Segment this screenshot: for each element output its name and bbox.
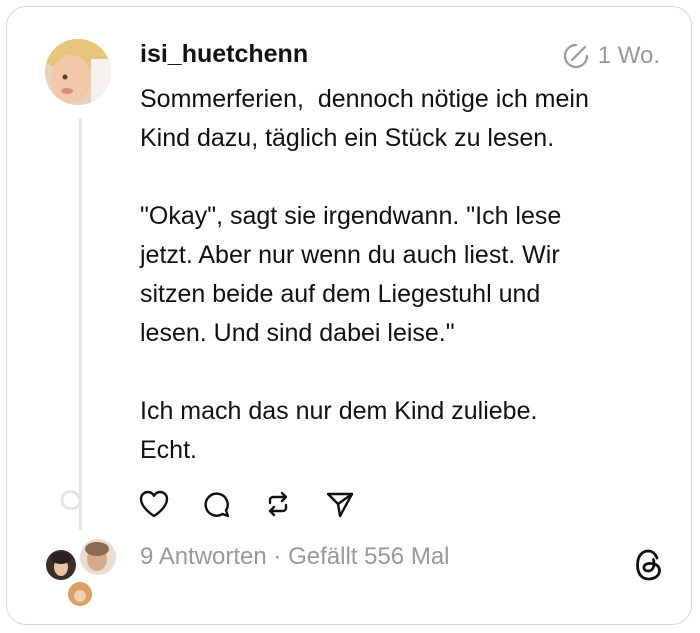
- comment-icon: [204, 492, 230, 518]
- share-button[interactable]: [323, 487, 357, 521]
- thread-line: [79, 118, 82, 518]
- author-avatar[interactable]: [45, 39, 111, 105]
- post-stats[interactable]: 9 Antworten · Gefällt 556 Mal: [140, 543, 450, 571]
- threads-logo-icon: [636, 549, 661, 581]
- post-time: 1 Wo.: [597, 42, 660, 69]
- author-username[interactable]: isi_huetchenn: [140, 40, 308, 69]
- reply-button[interactable]: [199, 487, 233, 521]
- like-button[interactable]: [137, 487, 171, 521]
- replier-avatar-2[interactable]: [78, 537, 118, 577]
- action-bar: [137, 487, 357, 521]
- circle-slash-icon: [563, 43, 588, 69]
- repost-button[interactable]: [261, 487, 295, 521]
- repost-icon: [268, 491, 288, 517]
- post-text: Sommerferien, dennoch nötige ich mein Ki…: [140, 85, 589, 464]
- send-icon: [326, 492, 354, 518]
- heart-icon: [139, 490, 169, 518]
- post-meta: 1 Wo.: [562, 42, 660, 70]
- replier-avatar-3[interactable]: [66, 580, 94, 608]
- thread-loop-icon: [60, 480, 82, 530]
- replier-avatar-1[interactable]: [44, 548, 78, 582]
